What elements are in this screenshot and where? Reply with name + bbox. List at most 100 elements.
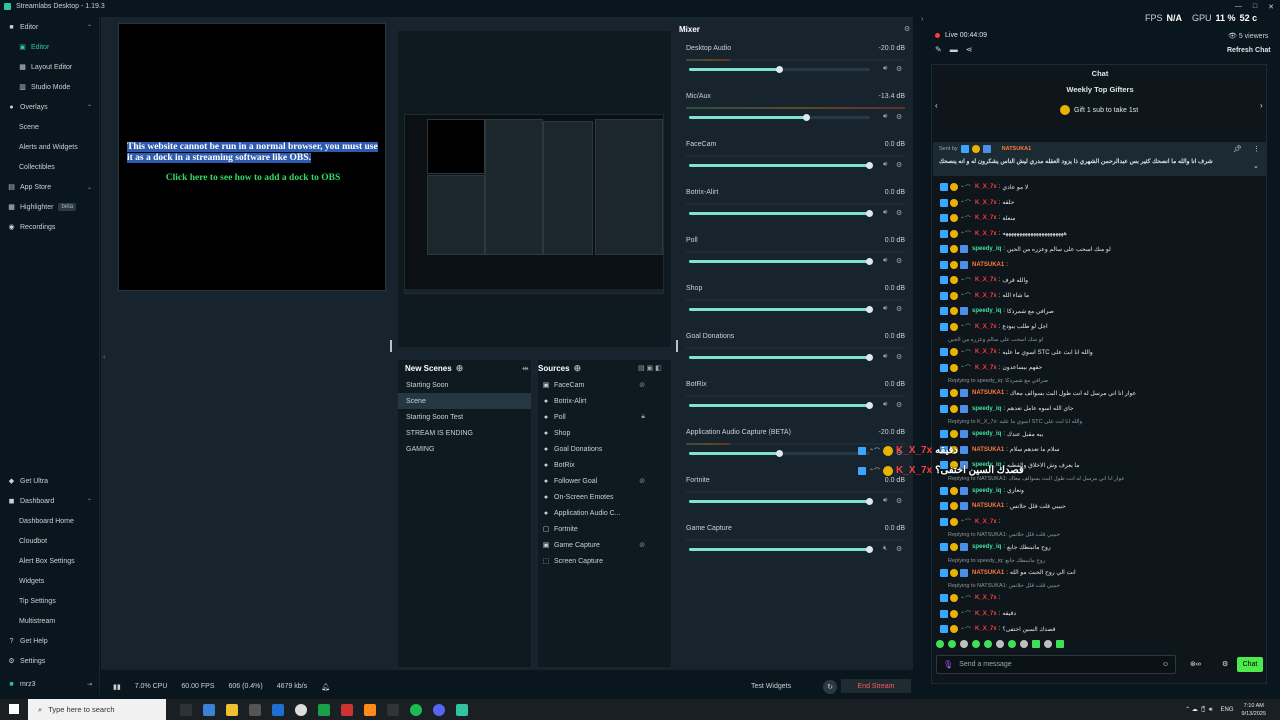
sidebar-item-overlays[interactable]: ● Overlays ⌃	[0, 98, 100, 116]
sidebar-item-cloudbot[interactable]: Cloudbot	[0, 532, 100, 550]
source-item[interactable]: ● Shop	[538, 425, 669, 441]
sidebar-item-layout-editor[interactable]: ▦ Layout Editor	[0, 58, 100, 76]
speaker-icon[interactable]: 🔊︎	[883, 497, 887, 505]
sidebar-item-editor[interactable]: ■ Editor ⌃	[0, 18, 100, 36]
source-item[interactable]: ● Poll 🔒︎	[538, 409, 669, 425]
chat-input[interactable]: 🎙︎ Send a message ☺	[936, 655, 1176, 674]
sidebar-item-tip-settings[interactable]: Tip Settings	[0, 592, 100, 610]
chat-username[interactable]: speedy_iq	[972, 431, 1001, 437]
system-tray[interactable]: ⌃ ☁ 🔋︎ 🔊︎ ENG 7:10 AM 9/13/2025	[1185, 702, 1280, 718]
scene-item[interactable]: GAMING	[398, 441, 531, 457]
taskbar-search[interactable]: ⌕ Type here to search	[28, 699, 166, 720]
volume-slider[interactable]	[689, 306, 873, 313]
sidebar-item-alerts-and-widgets[interactable]: Alerts and Widgets	[0, 138, 100, 156]
unpin-icon[interactable]: 📌︎	[1233, 145, 1242, 153]
chat-username[interactable]: speedy_iq	[972, 246, 1001, 252]
source-item[interactable]: ● Goal Donations	[538, 441, 669, 457]
chat-username[interactable]: K_X_7x	[975, 611, 997, 617]
volume-slider-handle[interactable]	[802, 114, 810, 121]
chat-settings-icon[interactable]: ⚙	[1222, 660, 1228, 668]
maximize-button[interactable]: □	[1253, 3, 1257, 11]
volume-slider[interactable]	[689, 162, 873, 169]
volume-slider-handle[interactable]	[866, 498, 873, 505]
gear-icon[interactable]: ⚙	[896, 305, 902, 313]
replay-icon[interactable]: ↻	[823, 680, 837, 694]
gift-cta[interactable]: Gift 1 sub to take 1st	[1060, 105, 1138, 115]
sidebar-item-dashboard[interactable]: ◼ Dashboard ⌃	[0, 492, 100, 510]
volume-slider[interactable]	[689, 114, 870, 121]
gear-icon[interactable]: ⚙	[896, 497, 902, 505]
test-widgets-button[interactable]: Test Widgets	[751, 683, 791, 690]
speaker-icon[interactable]: 🔊︎	[883, 113, 887, 121]
chat-username[interactable]: speedy_iq	[972, 488, 1001, 494]
chat-username[interactable]: NATSUKA1	[972, 570, 1004, 576]
chevron-icon[interactable]: ⌃	[87, 104, 92, 111]
volume-slider-handle[interactable]	[866, 354, 873, 361]
volume-slider-handle[interactable]	[775, 66, 783, 73]
add-source-icon[interactable]: ⊕	[574, 363, 582, 374]
sidebar-item-multistream[interactable]: Multistream	[0, 612, 100, 630]
chat-username[interactable]: K_X_7x	[975, 215, 997, 221]
source-item[interactable]: ⬚ Screen Capture	[538, 553, 669, 569]
chat-username[interactable]: speedy_iq	[972, 544, 1001, 550]
mic-icon[interactable]: 🎙︎	[943, 660, 953, 669]
chevron-icon[interactable]: ⌃	[87, 24, 92, 31]
chat-send-button[interactable]: Chat	[1237, 657, 1263, 672]
volume-slider-handle[interactable]	[866, 210, 873, 217]
close-button[interactable]: ✕	[1268, 3, 1274, 11]
chevron-icon[interactable]: ⌄	[87, 184, 92, 191]
volume-slider[interactable]	[689, 498, 873, 505]
chat-username[interactable]: K_X_7x	[975, 231, 997, 237]
chat-username[interactable]: NATSUKA1	[972, 447, 1004, 453]
emote-row[interactable]	[936, 640, 1064, 648]
volume-slider[interactable]	[689, 210, 873, 217]
windows-start-icon[interactable]	[9, 704, 19, 714]
speaker-icon[interactable]: 🔊︎	[883, 65, 887, 73]
volume-slider-handle[interactable]	[866, 402, 873, 409]
gear-icon[interactable]: ⚙	[896, 257, 902, 265]
chat-username[interactable]: K_X_7x	[975, 184, 997, 190]
sidebar-item-editor[interactable]: ▣ Editor	[0, 38, 100, 56]
chat-username[interactable]: K_X_7x	[975, 595, 997, 601]
logout-icon[interactable]: ⇥	[87, 681, 92, 688]
gear-icon[interactable]: ⚙	[896, 209, 902, 217]
sidebar-item-get-help[interactable]: ? Get Help	[0, 632, 100, 650]
source-item[interactable]: ▢ Fortnite	[538, 521, 669, 537]
gear-icon[interactable]: ⚙	[896, 401, 902, 409]
more-icon[interactable]: ⋮	[1253, 145, 1260, 153]
source-item[interactable]: ▣ FaceCam ⊘	[538, 377, 669, 393]
volume-slider-handle[interactable]	[866, 258, 873, 265]
minimize-button[interactable]: —	[1235, 3, 1242, 11]
chat-username[interactable]: speedy_iq	[972, 406, 1001, 412]
chat-username[interactable]: K_X_7x	[975, 349, 997, 355]
visibility-hidden-icon[interactable]: ⊘	[639, 477, 645, 485]
chat-username[interactable]: K_X_7x	[975, 293, 997, 299]
gear-icon[interactable]: ⚙	[896, 545, 902, 553]
sidebar-item-collectibles[interactable]: Collectibles	[0, 158, 100, 176]
preview-splitter-left[interactable]	[390, 340, 392, 352]
source-item[interactable]: ● Application Audio C...	[538, 505, 669, 521]
speaker-icon[interactable]: 🔊︎	[883, 209, 887, 217]
sidebar-item-studio-mode[interactable]: ▥ Studio Mode	[0, 78, 100, 96]
sidebar-item-scene[interactable]: Scene	[0, 118, 100, 136]
chat-collapse-chevron[interactable]: ›	[921, 16, 923, 23]
speaker-icon[interactable]: 🔊︎	[883, 257, 887, 265]
gear-icon[interactable]: ⚙	[896, 161, 902, 169]
sidebar-item-widgets[interactable]: Widgets	[0, 572, 100, 590]
end-stream-button[interactable]: End Stream	[841, 679, 911, 693]
gear-icon[interactable]: ⚙	[896, 113, 902, 121]
visibility-hidden-icon[interactable]: ⊘	[639, 381, 645, 389]
volume-slider[interactable]	[689, 450, 870, 457]
source-item[interactable]: ▣ Game Capture ⊘	[538, 537, 669, 553]
source-tools-icons[interactable]: ▤ ▣ ◧	[638, 364, 662, 372]
taskbar-apps[interactable]	[180, 703, 468, 716]
bell-icon[interactable]: 🔔︎	[321, 683, 330, 691]
chat-username[interactable]: NATSUKA1	[972, 390, 1004, 396]
user-account[interactable]: ■ mrz3 ⇥	[0, 675, 100, 693]
sidebar-item-recordings[interactable]: ◉ Recordings	[0, 218, 100, 236]
muted-speaker-icon[interactable]: 🔇︎	[883, 545, 887, 553]
expand-icon[interactable]: ⌄	[1253, 162, 1259, 170]
emoji-icon[interactable]: ☺	[1162, 661, 1169, 668]
chat-username[interactable]: K_X_7x	[975, 365, 997, 371]
volume-slider[interactable]	[689, 546, 873, 553]
